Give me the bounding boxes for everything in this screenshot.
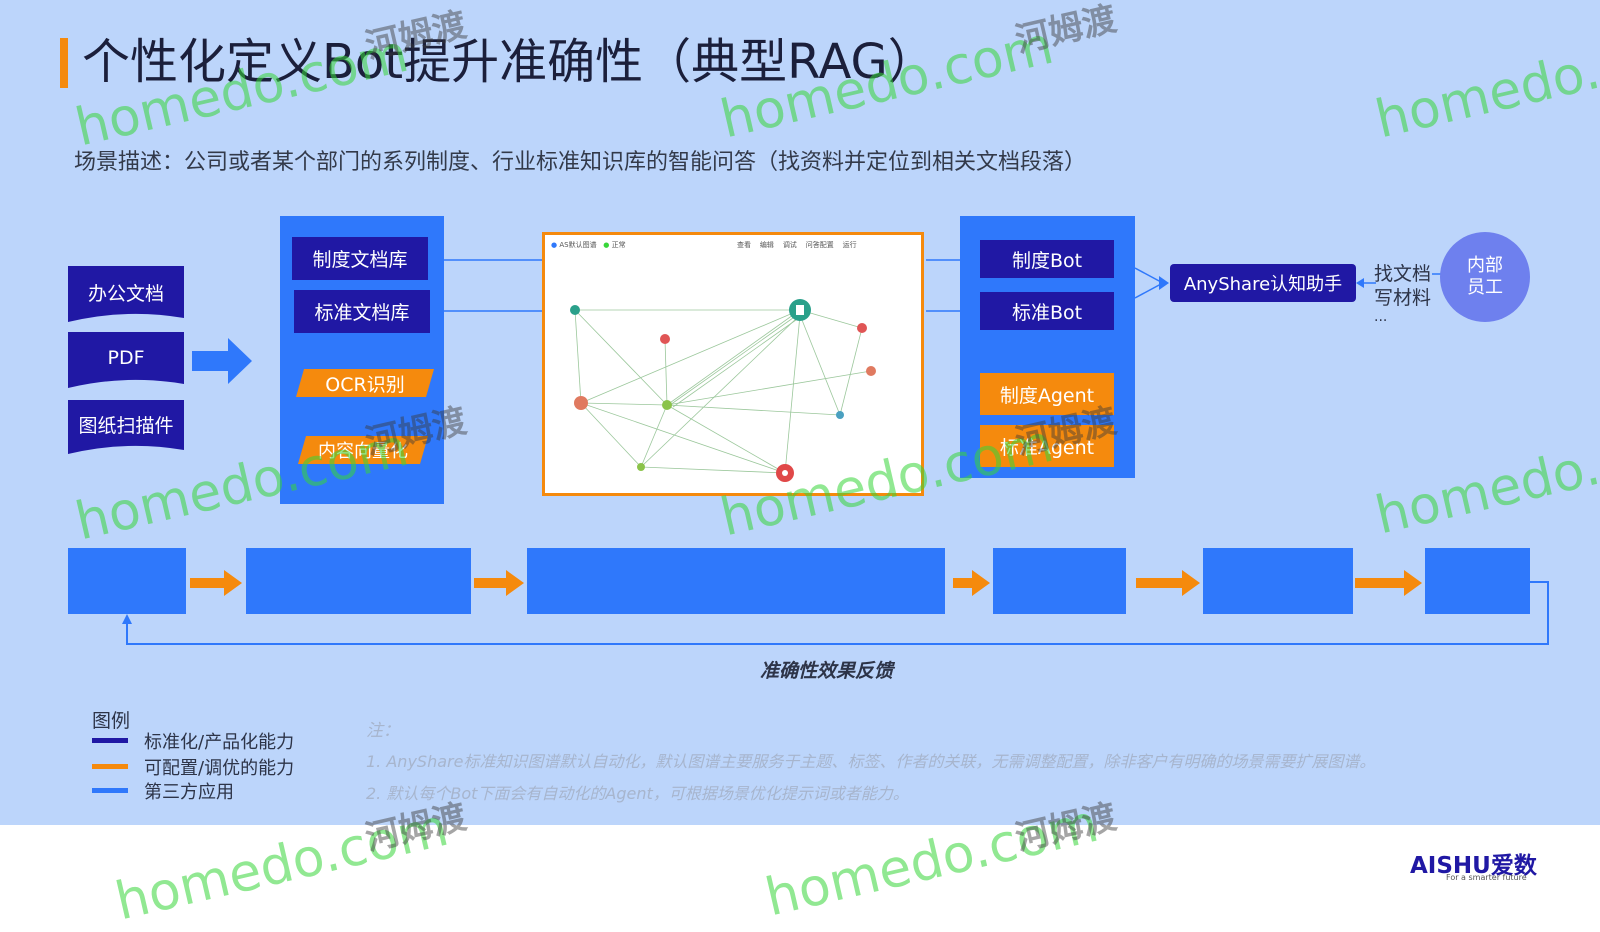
content-vectorization: 内容向量化	[318, 441, 408, 462]
page-title: 个性化定义Bot提升准确性（典型RAG）	[82, 34, 936, 90]
ocr-recognition: OCR识别	[325, 373, 405, 396]
source-office-docs: 办公文档	[87, 282, 164, 305]
policy-bot: 制度Bot	[980, 240, 1114, 278]
source-scans: 图纸扫描件	[78, 414, 174, 437]
title-accent-bar	[60, 38, 68, 88]
legend-thirdparty: 第三方应用	[144, 782, 234, 803]
logo-tagline: For a smarter future	[1446, 873, 1527, 882]
scenario-description: 场景描述：公司或者某个部门的系列制度、行业标准知识库的智能问答（找资料并定位到相…	[74, 150, 1087, 175]
use-more: ...	[1374, 309, 1388, 325]
bot-to-assistant-arrows	[1135, 267, 1169, 299]
notes-title: 注：	[366, 721, 400, 741]
internal-employee-avatar: 内部 员工	[1440, 232, 1530, 322]
use-cases: 找文档 写材料 ...	[1374, 262, 1431, 324]
legend-title: 图例	[92, 710, 131, 732]
standard-agent: 标准Agent	[980, 425, 1114, 467]
standard-doc-library: 标准文档库	[294, 290, 430, 333]
policy-agent: 制度Agent	[980, 373, 1114, 415]
legend-swatch-configurable	[92, 764, 128, 769]
knowledge-graph-preview: ● AS默认图谱 ● 正常 查看 编辑 调试 问答配置 运行	[542, 232, 924, 496]
legend-configurable: 可配置/调优的能力	[144, 758, 295, 779]
feedback-label: 准确性效果反馈	[760, 660, 894, 682]
use-find-docs: 找文档	[1374, 263, 1432, 285]
ingest-arrow	[192, 338, 252, 384]
graph-canvas	[570, 299, 876, 482]
legend-swatch-thirdparty	[92, 788, 128, 793]
source-pdf: PDF	[107, 347, 145, 369]
legend-swatch-standard	[92, 738, 128, 743]
assistant-arrow-icon	[1356, 278, 1376, 288]
note-2: 2. 默认每个Bot下面会有自动化的Agent，可根据场景优化提示词或者能力。	[366, 784, 909, 803]
standard-bot: 标准Bot	[980, 292, 1114, 330]
legend-standard: 标准化/产品化能力	[144, 732, 295, 753]
note-1: 1. AnyShare标准知识图谱默认自动化，默认图谱主要服务于主题、标签、作者…	[366, 752, 1376, 771]
flow-arrows	[122, 570, 1549, 645]
anyshare-assistant: AnyShare认知助手	[1170, 264, 1356, 302]
use-write-material: 写材料	[1374, 287, 1432, 309]
policy-doc-library: 制度文档库	[292, 237, 428, 280]
